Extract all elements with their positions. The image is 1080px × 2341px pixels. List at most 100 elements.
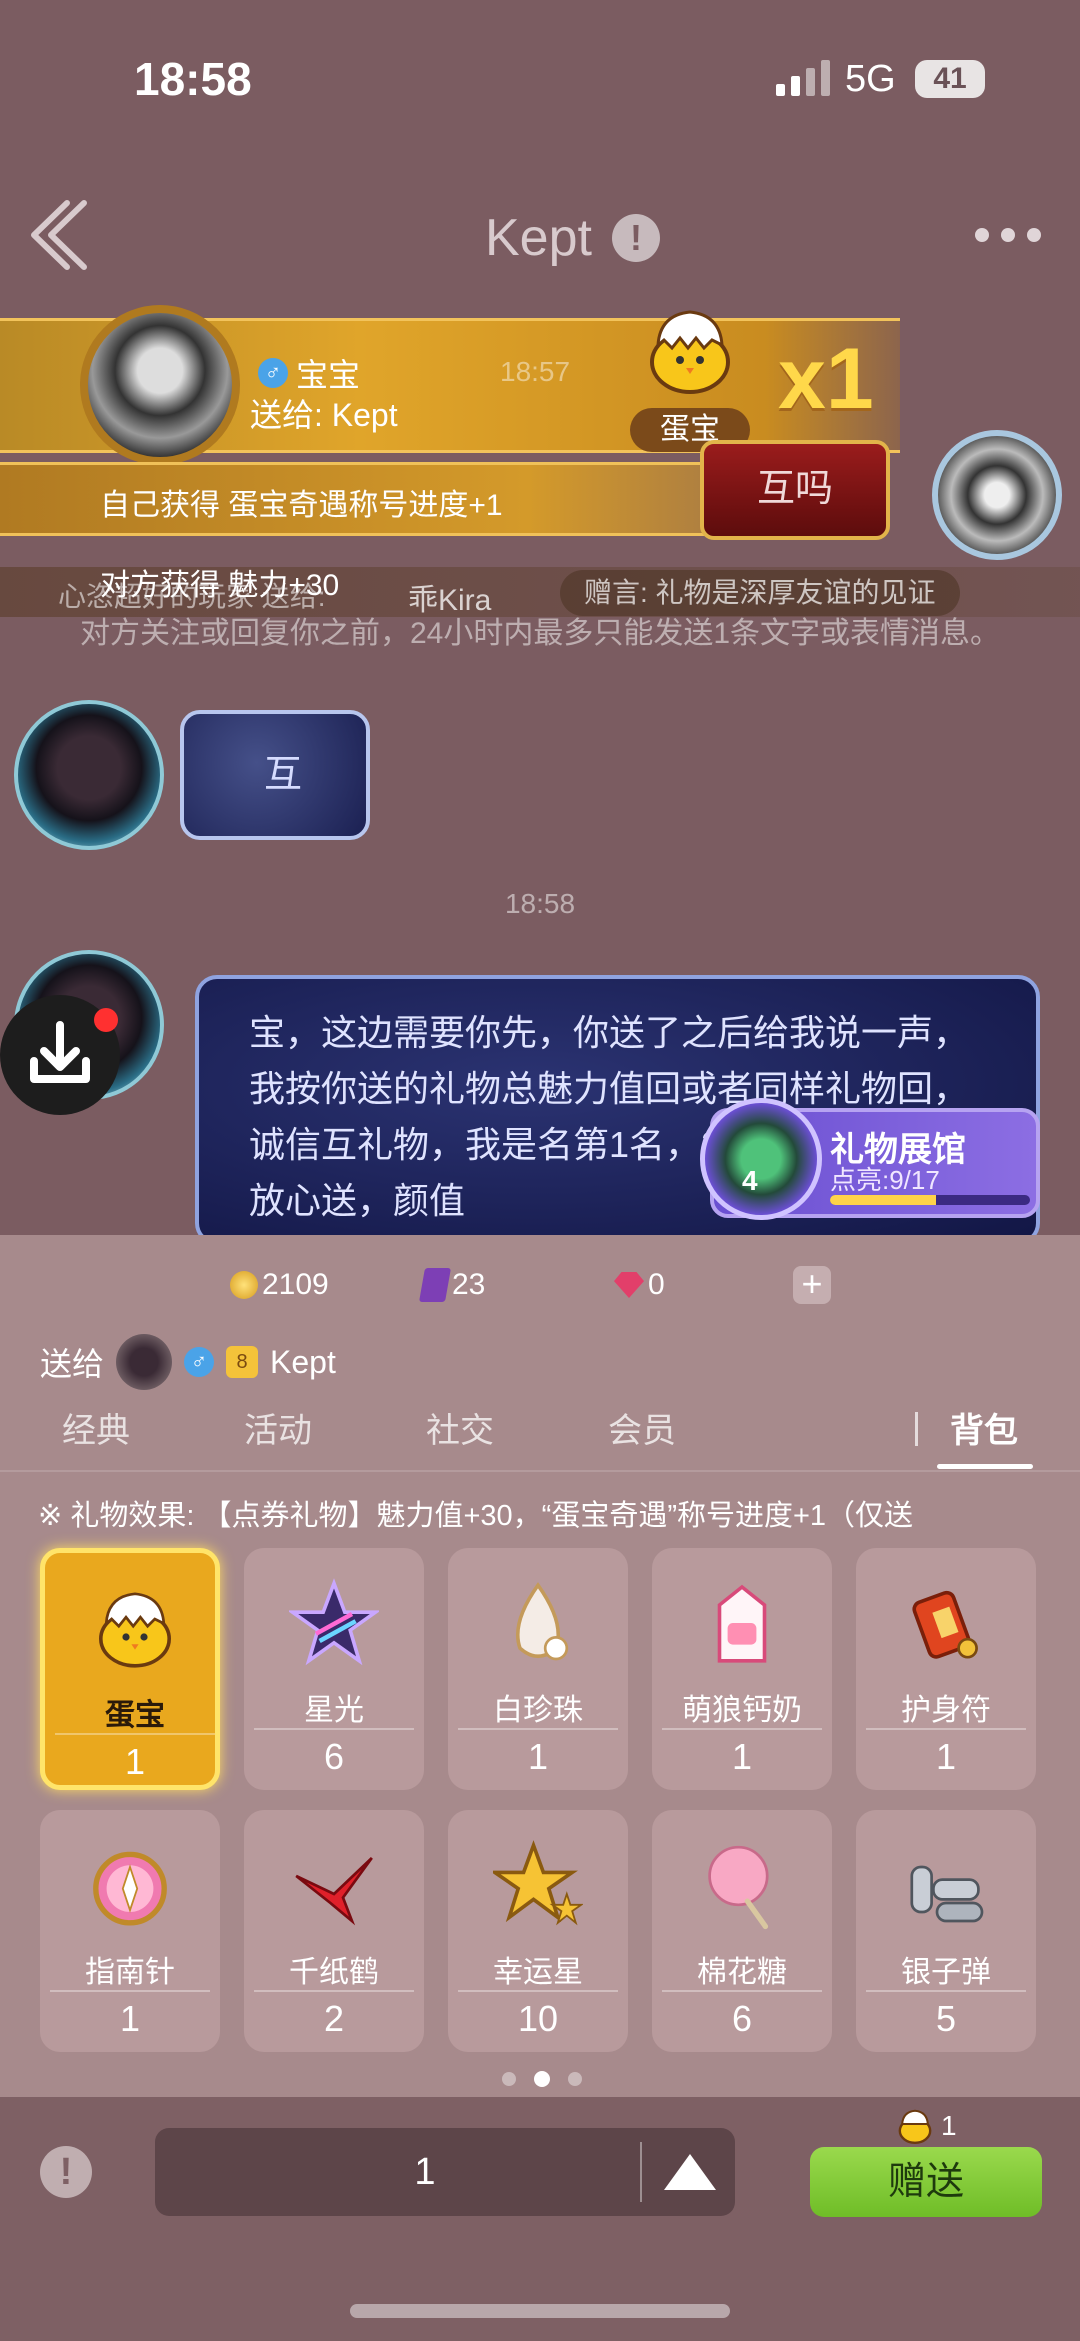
recharge-button[interactable]: + (793, 1266, 831, 1304)
divider (50, 1990, 210, 1992)
gift-card-lucky-star[interactable]: 幸运星 10 (448, 1810, 628, 2052)
gallery-progress-fill (830, 1195, 936, 1205)
home-indicator (350, 2304, 730, 2318)
divider (254, 1728, 414, 1730)
divider (662, 1990, 822, 1992)
message-bubble: 互 (180, 710, 370, 840)
egg-chick-icon (650, 310, 730, 394)
gem-balance: 0 (614, 1268, 665, 1302)
gift-name: 棉花糖 (697, 1956, 787, 1989)
gift-count: 1 (124, 1741, 146, 1782)
gift-count: 5 (935, 1998, 957, 2039)
mutual-badge: 互吗 (700, 440, 890, 540)
gift-card-wolf-milk[interactable]: 萌狼钙奶 1 (652, 1548, 832, 1790)
gift-card-white-pearl[interactable]: 白珍珠 1 (448, 1548, 628, 1790)
gift-name: 星光 (304, 1694, 364, 1727)
self-gain-text: 自己获得 蛋宝奇遇称号进度+1 (100, 489, 503, 522)
gift-effect-text: ※ 礼物效果: 【点券礼物】魅力值+30，“蛋宝奇遇”称号进度+1（仅送 (38, 1500, 914, 1532)
network-type: 5G (845, 58, 896, 100)
amulet-icon (912, 1590, 978, 1659)
alert-icon[interactable]: ! (611, 214, 660, 262)
send-button[interactable]: 赠送 (810, 2147, 1042, 2217)
gift-count: 1 (527, 1736, 549, 1777)
gem-icon (614, 1272, 644, 1298)
coin-balance: 2109 (230, 1268, 329, 1302)
divider (866, 1728, 1026, 1730)
banner-recipient: 送给: Kept (250, 397, 398, 433)
send-to-row: 送给 ♂ 8 Kept (40, 1334, 336, 1390)
info-icon[interactable]: ! (40, 2146, 92, 2198)
gift-card-amulet[interactable]: 护身符 1 (856, 1548, 1036, 1790)
send-gift-count: 1 (895, 2106, 957, 2146)
gift-name: 指南针 (85, 1956, 175, 1989)
gift-card-paper-crane[interactable]: 千纸鹤 2 (244, 1810, 424, 2052)
triangle-up-icon[interactable] (660, 2150, 720, 2194)
divider (55, 1733, 215, 1735)
paper-crane-icon (295, 1857, 373, 1926)
divider (458, 1990, 618, 1992)
coin-amount: 2109 (262, 1268, 329, 1301)
avatar[interactable] (14, 700, 164, 850)
gift-name: 银子弹 (901, 1956, 991, 1989)
lucky-star-icon (493, 1840, 583, 1926)
tab-social[interactable]: 社交 (426, 1403, 494, 1452)
cotton-candy-icon (708, 1845, 769, 1930)
gift-count: 2 (323, 1998, 345, 2039)
more-icon[interactable] (975, 228, 1041, 242)
male-icon: ♂ (258, 358, 288, 388)
other-gain-text: 对方获得 魅力+30 (100, 569, 340, 602)
gift-card-silver-bullet[interactable]: 银子弹 5 (856, 1810, 1036, 2052)
pearl-icon (515, 1582, 569, 1661)
recipient-name: Kept (270, 1343, 336, 1380)
page-title: Kept (485, 209, 592, 267)
gift-name: 护身符 (901, 1694, 991, 1727)
gift-notice-message: 赠言: 礼物是深厚友谊的见证 (560, 570, 960, 616)
gift-card-compass[interactable]: 指南针 1 (40, 1810, 220, 2052)
divider (254, 1990, 414, 1992)
recipient-avatar[interactable] (116, 1334, 173, 1390)
compass-icon (93, 1851, 167, 1926)
gift-card-star-light[interactable]: 星光 6 (244, 1548, 424, 1790)
ticket-balance: 23 (419, 1268, 486, 1302)
tab-divider (915, 1412, 918, 1446)
gift-count: 1 (119, 1998, 141, 2039)
avatar[interactable] (932, 430, 1062, 560)
gift-count: 6 (323, 1736, 345, 1777)
male-icon: ♂ (184, 1347, 215, 1377)
tab-activity[interactable]: 活动 (244, 1403, 312, 1452)
tab-backpack[interactable]: 背包 (950, 1403, 1018, 1452)
gem-amount: 0 (648, 1268, 665, 1301)
chat-timestamp: 18:58 (504, 888, 576, 919)
quantity-value[interactable]: 1 (155, 2128, 695, 2216)
gallery-progress-text: 点亮:9/17 (830, 1165, 940, 1195)
divider (458, 1728, 618, 1730)
send-count-value: 1 (941, 2110, 957, 2141)
gift-count: 1 (935, 1736, 957, 1777)
coin-icon (230, 1271, 258, 1299)
gift-count: 6 (731, 1998, 753, 2039)
silver-bullet-icon (910, 1865, 984, 1923)
sender-avatar (80, 305, 240, 465)
divider (662, 1728, 822, 1730)
tab-classic[interactable]: 经典 (62, 1403, 130, 1452)
tab-member[interactable]: 会员 (608, 1403, 676, 1452)
gift-name: 蛋宝 (105, 1699, 165, 1732)
gift-card-dan-bao[interactable]: 蛋宝 1 (40, 1548, 220, 1790)
active-tab-indicator (937, 1464, 1033, 1469)
divider (0, 1470, 1080, 1472)
system-message: 对方关注或回复你之前，24小时内最多只能发送1条文字或表情消息。 (79, 617, 1001, 650)
gift-card-cotton-candy[interactable]: 棉花糖 6 (652, 1810, 832, 2052)
back-icon[interactable] (22, 195, 92, 275)
gift-name: 千纸鹤 (289, 1956, 379, 1989)
divider (640, 2142, 642, 2202)
signal-icon (776, 60, 830, 96)
star-light-icon (289, 1578, 379, 1666)
ticket-icon (419, 1268, 451, 1302)
gift-multiplier: x1 (778, 331, 874, 427)
ticket-amount: 23 (452, 1268, 486, 1301)
battery-icon: 41 (915, 60, 985, 98)
gift-count: 10 (517, 1998, 559, 2039)
gallery-progress-bar (830, 1195, 1030, 1205)
milk-carton-icon (717, 1584, 767, 1663)
page-indicator (502, 2071, 582, 2087)
